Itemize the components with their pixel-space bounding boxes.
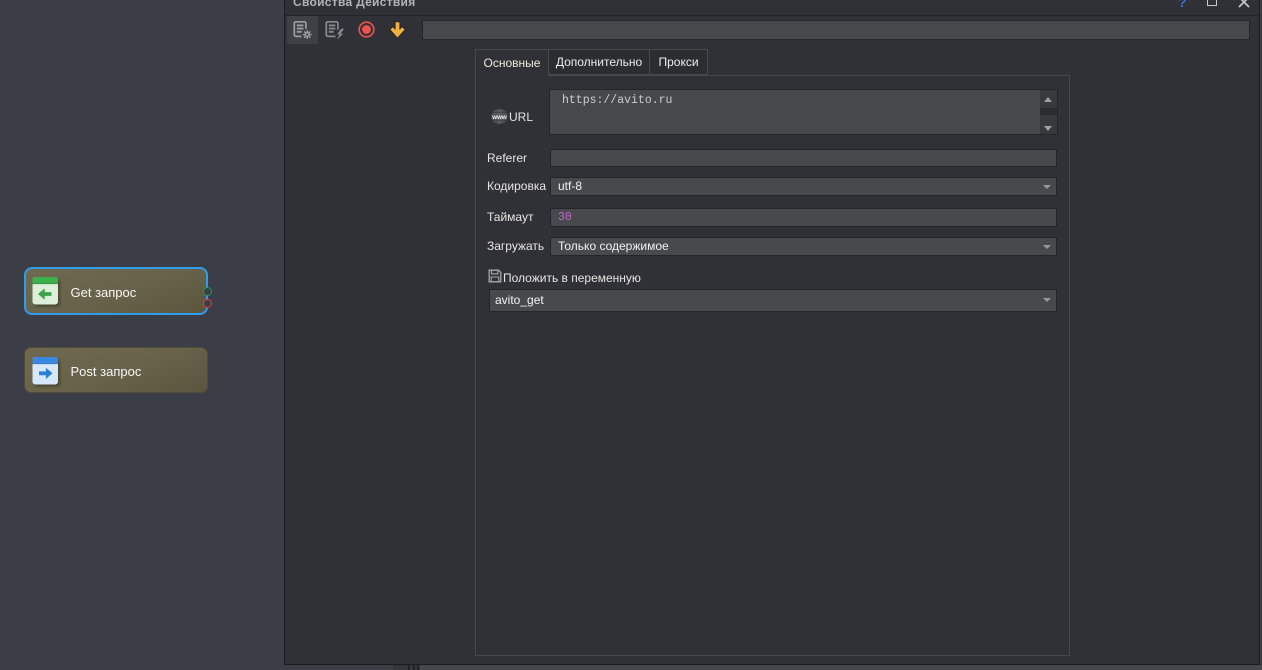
svg-text:www: www [491,114,507,121]
